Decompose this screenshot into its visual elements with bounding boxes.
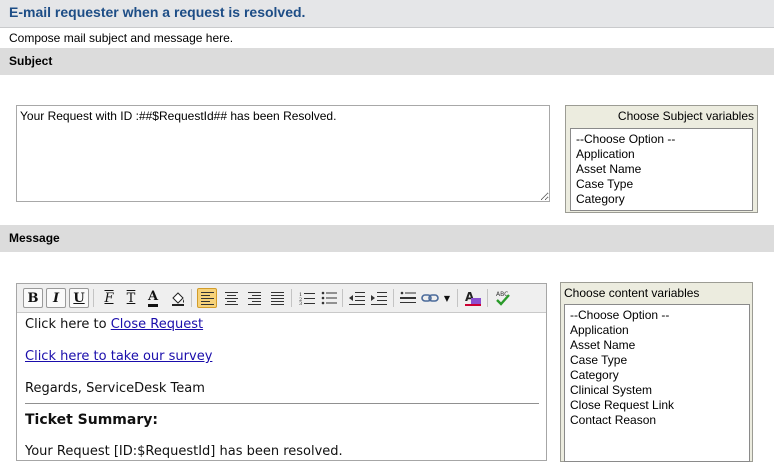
numbered-list-icon: 123: [299, 292, 315, 305]
background-color-button[interactable]: [168, 288, 188, 308]
editor-toolbar: B I U F T A 123 ▼ A ABC: [17, 284, 546, 313]
spellcheck-icon: ABC: [496, 291, 510, 306]
list-option[interactable]: Contact Reason: [565, 413, 749, 428]
remove-format-button[interactable]: A: [463, 288, 483, 308]
font-size-icon: T: [126, 290, 136, 306]
resolved-text: Your Request [ID:$RequestId] has been re…: [25, 444, 343, 459]
subject-variables-list[interactable]: --Choose Option -- Application Asset Nam…: [570, 128, 753, 211]
subject-variables-panel: Choose Subject variables --Choose Option…: [565, 105, 758, 213]
list-option[interactable]: Application: [565, 323, 749, 338]
subject-label: Subject: [9, 54, 53, 68]
remove-format-icon: A: [465, 290, 481, 306]
close-request-line: Click here to Close Request: [25, 317, 203, 332]
link-options-dropdown[interactable]: ▼: [441, 288, 453, 308]
paint-bucket-icon: [172, 292, 184, 306]
list-option[interactable]: Asset Name: [565, 338, 749, 353]
page-title: E-mail requester when a request is resol…: [9, 4, 306, 20]
justify-button[interactable]: [267, 288, 287, 308]
page-description: Compose mail subject and message here.: [9, 31, 234, 45]
italic-button[interactable]: I: [46, 288, 66, 308]
align-right-button[interactable]: [244, 288, 264, 308]
content-variables-list[interactable]: --Choose Option -- Application Asset Nam…: [564, 304, 750, 462]
outdent-icon: [349, 292, 365, 305]
numbered-list-button[interactable]: 123: [297, 288, 317, 308]
toolbar-separator: [93, 289, 94, 307]
message-section-header: Message: [0, 225, 774, 252]
indent-button[interactable]: [369, 288, 389, 308]
insert-link-button[interactable]: [420, 288, 440, 308]
svg-text:3: 3: [299, 301, 302, 305]
font-color-icon: A: [147, 289, 159, 307]
page-header: E-mail requester when a request is resol…: [0, 0, 774, 28]
font-family-button[interactable]: F: [99, 288, 119, 308]
horizontal-rule-button[interactable]: [398, 288, 418, 308]
indent-icon: [371, 292, 387, 305]
list-option[interactable]: --Choose Option --: [565, 308, 749, 323]
italic-icon: I: [52, 290, 60, 306]
bullet-list-button[interactable]: [319, 288, 339, 308]
font-size-button[interactable]: T: [121, 288, 141, 308]
subject-section-header: Subject: [0, 48, 774, 75]
horizontal-rule-icon: [400, 291, 416, 303]
close-request-link[interactable]: Close Request: [111, 317, 203, 332]
message-label: Message: [9, 231, 60, 245]
survey-line: Click here to take our survey: [25, 349, 212, 364]
align-left-icon: [200, 291, 214, 305]
align-center-button[interactable]: [221, 288, 241, 308]
message-editor[interactable]: B I U F T A 123 ▼ A ABC Click here to Cl…: [16, 283, 547, 461]
list-option[interactable]: Case Type: [565, 353, 749, 368]
list-option[interactable]: Category: [571, 192, 752, 207]
list-option[interactable]: --Choose Option --: [571, 132, 752, 147]
underline-button[interactable]: U: [69, 288, 89, 308]
close-request-text: Click here to: [25, 317, 111, 332]
align-left-button[interactable]: [197, 288, 217, 308]
toolbar-separator: [487, 289, 488, 307]
list-option[interactable]: Case Type: [571, 177, 752, 192]
ticket-summary-heading: Ticket Summary:: [25, 412, 158, 428]
align-center-icon: [224, 291, 238, 305]
toolbar-separator: [291, 289, 292, 307]
outdent-button[interactable]: [347, 288, 367, 308]
list-option[interactable]: Application: [571, 147, 752, 162]
subject-variables-title: Choose Subject variables: [617, 109, 754, 123]
toolbar-separator: [457, 289, 458, 307]
underline-icon: U: [73, 290, 85, 306]
content-variables-panel: Choose content variables --Choose Option…: [560, 282, 753, 462]
link-icon: [421, 294, 439, 302]
content-variables-title: Choose content variables: [564, 286, 700, 300]
bold-icon: B: [27, 290, 39, 306]
content-divider: [25, 403, 539, 404]
bullet-list-icon: [321, 291, 337, 305]
spellcheck-button[interactable]: ABC: [493, 288, 513, 308]
list-option[interactable]: Category: [565, 368, 749, 383]
regards-text: Regards, ServiceDesk Team: [25, 381, 205, 396]
survey-link[interactable]: Click here to take our survey: [25, 349, 212, 364]
list-option[interactable]: Close Request Link: [565, 398, 749, 413]
list-option[interactable]: Asset Name: [571, 162, 752, 177]
toolbar-separator: [393, 289, 394, 307]
list-option[interactable]: Clinical System: [565, 383, 749, 398]
font-family-icon: F: [104, 290, 114, 306]
justify-icon: [270, 291, 284, 305]
align-right-icon: [247, 291, 261, 305]
chevron-down-icon: ▼: [443, 293, 451, 303]
bold-button[interactable]: B: [23, 288, 43, 308]
font-color-button[interactable]: A: [143, 288, 163, 308]
subject-input[interactable]: Your Request with ID :##$RequestId## has…: [16, 105, 550, 202]
toolbar-separator: [342, 289, 343, 307]
toolbar-separator: [191, 289, 192, 307]
